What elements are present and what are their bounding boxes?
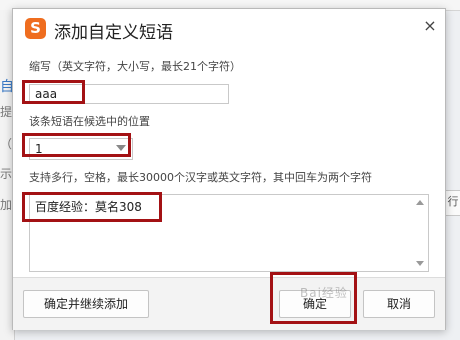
cancel-button[interactable]: 取消 xyxy=(363,290,435,318)
position-label: 该条短语在候选中的位置 xyxy=(29,115,150,128)
background-button[interactable]: 行 xyxy=(444,190,460,216)
position-select-value: 1 xyxy=(35,142,43,156)
dialog-titlebar: S 添加自定义短语 × xyxy=(13,9,445,47)
confirm-and-continue-button[interactable]: 确定并继续添加 xyxy=(23,290,149,318)
sogou-logo-icon: S xyxy=(25,18,46,39)
scroll-up-icon[interactable] xyxy=(416,200,424,205)
dialog-footer: 确定并继续添加 确定 取消 xyxy=(13,277,445,330)
abbreviation-label: 缩写（英文字符，大小写，最长21个字符） xyxy=(29,60,241,73)
abbreviation-input[interactable] xyxy=(29,84,229,104)
chevron-down-icon xyxy=(116,145,126,151)
phrase-content-text: 百度经验：莫名308 xyxy=(35,200,142,214)
background-text: 加 xyxy=(0,198,13,212)
background-text: 提 xyxy=(0,105,13,119)
content-label: 支持多行，空格，最长30000个汉字或英文字符，其中回车为两个字符 xyxy=(29,171,372,184)
close-icon[interactable]: × xyxy=(421,17,439,35)
position-select[interactable]: 1 xyxy=(29,138,133,160)
scroll-down-icon[interactable] xyxy=(416,261,424,266)
background-text: 示 xyxy=(0,167,13,181)
dialog-title: 添加自定义短语 xyxy=(54,23,173,43)
phrase-content-textarea[interactable]: 百度经验：莫名308 xyxy=(29,194,429,272)
watermark: Bai经验 xyxy=(300,286,348,300)
add-custom-phrase-dialog: S 添加自定义短语 × 缩写（英文字符，大小写，最长21个字符） 该条短语在候选… xyxy=(12,8,446,330)
